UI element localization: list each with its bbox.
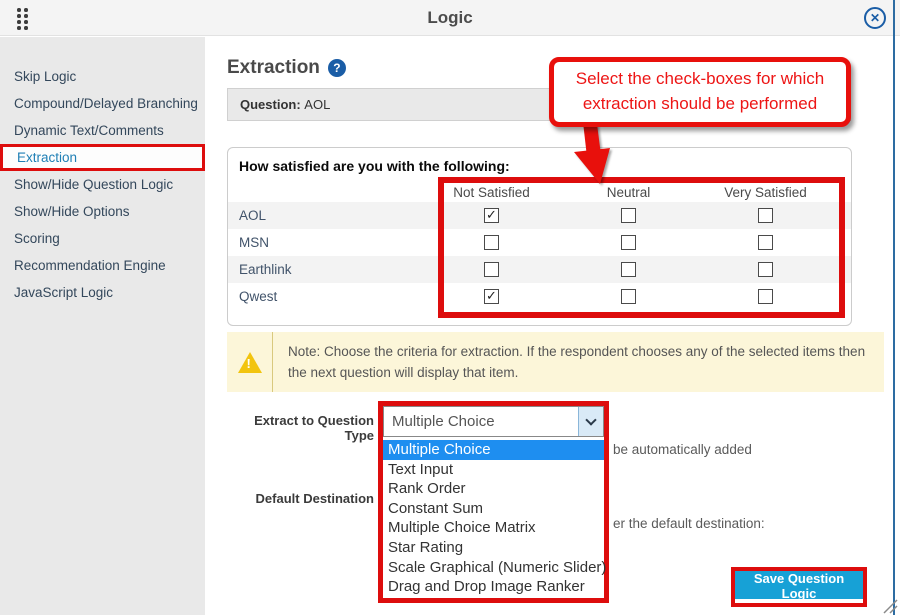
sidebar-item-extraction[interactable]: Extraction — [0, 144, 205, 171]
checkbox-qwest-neutral[interactable] — [621, 289, 636, 304]
sidebar-item-show-hide-question-logic[interactable]: Show/Hide Question Logic — [0, 171, 205, 198]
checkbox-msn-neutral[interactable] — [621, 235, 636, 250]
question-bar-value: AOL — [304, 97, 330, 112]
dropdown-option-text-input[interactable]: Text Input — [383, 460, 604, 480]
dropdown-option-constant-sum[interactable]: Constant Sum — [383, 499, 604, 519]
row-label: Earthlink — [228, 262, 423, 277]
save-question-logic-button[interactable]: Save Question Logic — [735, 571, 863, 599]
dialog-title: Logic — [0, 8, 900, 28]
dropdown-option-scale-graphical[interactable]: Scale Graphical (Numeric Slider) — [383, 558, 604, 578]
default-destination-text-fragment: er the default destination: — [613, 516, 765, 531]
annotation-callout: Select the check-boxes for which extract… — [549, 57, 851, 127]
sidebar-item-dynamic-text-comments[interactable]: Dynamic Text/Comments — [0, 117, 205, 144]
checkbox-aol-very-satisfied[interactable] — [758, 208, 773, 223]
sidebar-item-recommendation-engine[interactable]: Recommendation Engine — [0, 252, 205, 279]
annotation-arrow-icon — [560, 122, 618, 188]
dropdown-option-star-rating[interactable]: Star Rating — [383, 538, 604, 558]
warning-icon — [238, 352, 262, 373]
page-title: Extraction ? — [227, 57, 346, 79]
annotation-text: Select the check-boxes for which extract… — [564, 67, 836, 116]
matrix-card: How satisfied are you with the following… — [227, 147, 852, 326]
note-box: Note: Choose the criteria for extraction… — [227, 332, 884, 392]
select-chevron-button[interactable] — [578, 407, 603, 436]
checkbox-aol-neutral[interactable] — [621, 208, 636, 223]
note-text: Note: Choose the criteria for extraction… — [273, 332, 873, 392]
table-row: Qwest — [228, 283, 851, 310]
checkbox-earthlink-not-satisfied[interactable] — [484, 262, 499, 277]
dialog-header: Logic — [0, 0, 900, 36]
checkbox-msn-not-satisfied[interactable] — [484, 235, 499, 250]
sidebar-item-compound-delayed-branching[interactable]: Compound/Delayed Branching — [0, 90, 205, 117]
help-icon[interactable]: ? — [328, 59, 346, 77]
extract-to-question-type-label: Extract to Question Type — [227, 413, 374, 443]
question-bar-label: Question: — [240, 97, 301, 112]
dialog-right-edge — [893, 0, 895, 615]
question-type-select[interactable]: Multiple Choice — [383, 406, 604, 437]
question-type-dropdown-list: Multiple Choice Text Input Rank Order Co… — [383, 440, 604, 597]
sidebar-item-javascript-logic[interactable]: JavaScript Logic — [0, 279, 205, 306]
sidebar-item-scoring[interactable]: Scoring — [0, 225, 205, 252]
checkbox-earthlink-neutral[interactable] — [621, 262, 636, 277]
column-header-not-satisfied: Not Satisfied — [423, 185, 560, 200]
close-icon[interactable]: ✕ — [864, 7, 886, 29]
annotation-rectangle-dropdown: Multiple Choice Multiple Choice Text Inp… — [378, 401, 609, 603]
logic-sidebar: Skip Logic Compound/Delayed Branching Dy… — [0, 37, 205, 615]
checkbox-qwest-not-satisfied[interactable] — [484, 289, 499, 304]
checkbox-msn-very-satisfied[interactable] — [758, 235, 773, 250]
column-header-very-satisfied: Very Satisfied — [697, 185, 834, 200]
page-title-text: Extraction — [227, 57, 320, 79]
table-row: Earthlink — [228, 256, 851, 283]
checkbox-aol-not-satisfied[interactable] — [484, 208, 499, 223]
matrix-header-row: Not Satisfied Neutral Very Satisfied — [228, 182, 851, 202]
matrix-question-title: How satisfied are you with the following… — [228, 158, 851, 176]
default-destination-label: Default Destination — [227, 491, 374, 506]
dropdown-option-multiple-choice-matrix[interactable]: Multiple Choice Matrix — [383, 518, 604, 538]
row-label: MSN — [228, 235, 423, 250]
annotation-rectangle-save: Save Question Logic — [731, 567, 867, 607]
chevron-down-icon — [585, 414, 596, 425]
auto-added-text-fragment: be automatically added — [613, 442, 752, 457]
question-type-select-value: Multiple Choice — [384, 413, 578, 430]
table-row: MSN — [228, 229, 851, 256]
row-label: Qwest — [228, 289, 423, 304]
sidebar-item-skip-logic[interactable]: Skip Logic — [0, 63, 205, 90]
table-row: AOL — [228, 202, 851, 229]
dropdown-option-drag-drop-image-ranker[interactable]: Drag and Drop Image Ranker — [383, 577, 604, 597]
dropdown-option-multiple-choice[interactable]: Multiple Choice — [383, 440, 604, 460]
checkbox-earthlink-very-satisfied[interactable] — [758, 262, 773, 277]
checkbox-qwest-very-satisfied[interactable] — [758, 289, 773, 304]
row-label: AOL — [228, 208, 423, 223]
resize-grip-icon[interactable] — [880, 596, 898, 614]
dropdown-option-rank-order[interactable]: Rank Order — [383, 479, 604, 499]
sidebar-item-show-hide-options[interactable]: Show/Hide Options — [0, 198, 205, 225]
